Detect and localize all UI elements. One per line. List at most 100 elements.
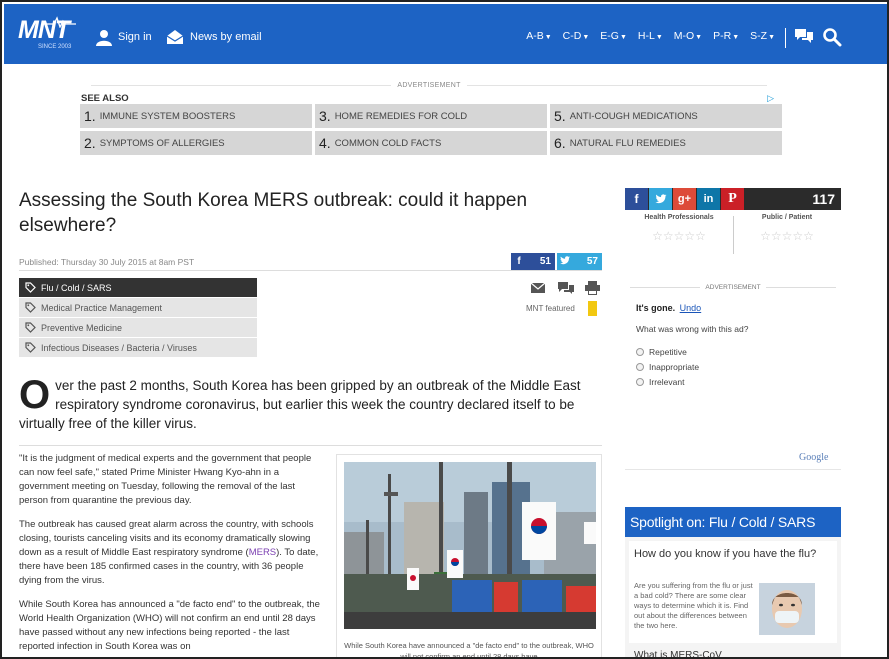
paragraph: While South Korea has announced a "de fa…	[19, 599, 320, 652]
az-menu-item[interactable]: S-Z▼	[750, 30, 775, 42]
header-separator	[785, 28, 786, 48]
see-also-item[interactable]: 6. NATURAL FLU REMEDIES	[550, 131, 782, 155]
article-tags: Flu / Cold / SARS Medical Practice Manag…	[19, 278, 257, 358]
star-rating-icon[interactable]: ☆☆☆☆☆	[625, 229, 733, 243]
paragraph: The outbreak has caused great alarm acro…	[19, 519, 319, 586]
twitter-share-count: 57	[586, 256, 598, 267]
az-menu-item[interactable]: M-O▼	[674, 30, 702, 42]
see-also-item[interactable]: 5. ANTI-COUGH MEDICATIONS	[550, 104, 782, 128]
print-icon[interactable]	[585, 281, 600, 295]
see-also-grid: 1. IMMUNE SYSTEM BOOSTERS 3. HOME REMEDIES…	[80, 104, 782, 155]
spotlight-panel: How do you know if you have the flu? Are…	[625, 537, 841, 657]
radio-button[interactable]	[636, 347, 644, 356]
twitter-share-button[interactable]: 57	[557, 253, 602, 270]
share-total-count: 117	[812, 191, 835, 207]
news-by-email-label: News by email	[190, 31, 262, 43]
rating-label: Public / Patient	[761, 214, 813, 221]
see-also-item[interactable]: 2. SYMPTOMS OF ALLERGIES	[80, 131, 312, 155]
option-inappropriate[interactable]: Inappropriate	[636, 359, 699, 374]
az-menu-item[interactable]: A-B▼	[526, 30, 551, 42]
spotlight-next-item[interactable]: What is MERS-CoV	[634, 650, 722, 657]
tag-flu-cold-sars[interactable]: Flu / Cold / SARS	[19, 278, 257, 297]
twitter-icon[interactable]	[649, 188, 672, 210]
az-menu-item[interactable]: P-R▼	[713, 30, 739, 42]
ad-feedback-options: Repetitive Inappropriate Irrelevant	[636, 344, 699, 389]
radio-button[interactable]	[636, 377, 644, 386]
ad-feedback-question: What was wrong with this ad?	[636, 324, 749, 334]
adchoices-icon[interactable]: ▷	[767, 93, 774, 104]
page-frame: MNT SINCE 2003 Sign in News by email A-B…	[0, 0, 889, 659]
bookmark-icon[interactable]	[588, 301, 597, 316]
az-menu-item[interactable]: E-G▼	[600, 30, 627, 42]
sign-in-link[interactable]: Sign in	[96, 26, 152, 48]
spotlight-image	[759, 583, 815, 635]
az-menu-item[interactable]: C-D▼	[563, 30, 590, 42]
envelope-icon	[166, 30, 184, 44]
option-irrelevant[interactable]: Irrelevant	[636, 374, 699, 389]
tag-preventive-medicine[interactable]: Preventive Medicine	[19, 318, 257, 337]
sidebar-ad-label: ADVERTISEMENT	[625, 284, 841, 291]
korean-flag	[522, 502, 556, 560]
title-divider	[19, 270, 602, 271]
az-index-menu: A-B▼ C-D▼ E-G▼ H-L▼ M-O▼ P-R▼ S-Z▼	[526, 30, 775, 42]
rating-public-patient: Public / Patient ☆☆☆☆☆	[733, 214, 841, 243]
facebook-icon: f	[517, 256, 521, 267]
korean-flag	[447, 550, 463, 578]
see-also-item[interactable]: 1. IMMUNE SYSTEM BOOSTERS	[80, 104, 312, 128]
article-tools	[530, 281, 600, 295]
email-icon[interactable]	[530, 282, 546, 293]
social-share-bar: f g+ in P 117	[625, 188, 841, 210]
facebook-share-count: 51	[539, 256, 551, 267]
mnt-logo[interactable]: MNT SINCE 2003	[18, 16, 76, 56]
spotlight-title[interactable]: Spotlight on: Flu / Cold / SARS	[625, 507, 841, 537]
facebook-share-button[interactable]: f 51	[511, 253, 555, 270]
spotlight-description: Are you suffering from the flu or just a…	[634, 581, 753, 630]
tag-icon	[25, 342, 36, 353]
lead-text: ver the past 2 months, South Korea has b…	[19, 378, 581, 431]
mers-link[interactable]: MERS	[249, 547, 276, 558]
undo-link[interactable]: Undo	[680, 303, 702, 313]
ad-removed-notice: It's gone. Undo	[636, 303, 702, 313]
site-header: MNT SINCE 2003 Sign in News by email A-B…	[4, 4, 887, 64]
pinterest-icon[interactable]: P	[721, 188, 744, 210]
article-title: Assessing the South Korea MERS outbreak:…	[19, 190, 528, 236]
photo-caption: While South Korea have announced a "de f…	[344, 641, 594, 659]
spotlight-card[interactable]: How do you know if you have the flu? Are…	[629, 541, 837, 643]
logo-since: SINCE 2003	[38, 44, 72, 50]
sidebar-divider	[625, 469, 841, 470]
see-also-item[interactable]: 4. COMMON COLD FACTS	[315, 131, 547, 155]
tag-infectious-diseases[interactable]: Infectious Diseases / Bacteria / Viruses	[19, 338, 257, 357]
twitter-icon	[557, 255, 573, 268]
rating-label: Health Professionals	[644, 214, 714, 221]
comment-icon[interactable]	[558, 282, 574, 294]
news-by-email-link[interactable]: News by email	[166, 26, 262, 48]
drop-cap: O	[19, 373, 51, 417]
sign-in-label: Sign in	[118, 31, 152, 43]
star-rating-icon[interactable]: ☆☆☆☆☆	[733, 229, 841, 243]
search-icon[interactable]	[822, 27, 842, 47]
mnt-featured-label: MNT featured	[526, 304, 575, 313]
facebook-icon[interactable]: f	[625, 188, 648, 210]
article-rating: Health Professionals ☆☆☆☆☆ Public / Pati…	[625, 214, 841, 260]
published-date: Published: Thursday 30 July 2015 at 8am …	[19, 257, 195, 267]
tag-icon	[25, 322, 36, 333]
article-figure: While South Korea have announced a "de f…	[336, 454, 602, 659]
spotlight-question: How do you know if you have the flu?	[634, 548, 817, 560]
advertisement-label: ADVERTISEMENT	[80, 82, 778, 89]
article-lead: O ver the past 2 months, South Korea has…	[19, 373, 599, 433]
tag-icon	[25, 282, 36, 293]
tag-icon	[25, 302, 36, 313]
az-menu-item[interactable]: H-L▼	[638, 30, 663, 42]
lead-divider	[19, 445, 602, 446]
user-icon	[96, 29, 112, 46]
korean-flag	[407, 568, 419, 590]
radio-button[interactable]	[636, 362, 644, 371]
option-repetitive[interactable]: Repetitive	[636, 344, 699, 359]
tag-medical-practice-management[interactable]: Medical Practice Management	[19, 298, 257, 317]
see-also-item[interactable]: 3. HOME REMEDIES FOR COLD	[315, 104, 547, 128]
google-plus-icon[interactable]: g+	[673, 188, 696, 210]
see-also-ad: SEE ALSO ▷ 1. IMMUNE SYSTEM BOOSTERS 3. HO…	[80, 92, 782, 160]
linkedin-icon[interactable]: in	[697, 188, 720, 210]
comments-icon[interactable]	[794, 27, 814, 45]
article-photo	[344, 462, 596, 629]
